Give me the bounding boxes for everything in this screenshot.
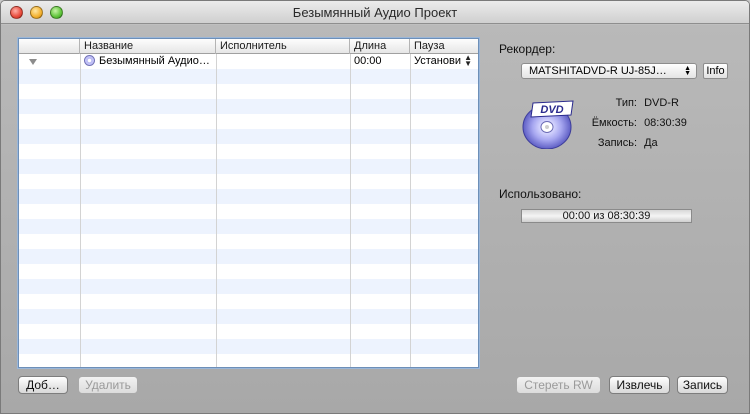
- type-row: Тип: DVD-R: [581, 97, 679, 109]
- eject-button[interactable]: Извлечь: [609, 376, 670, 394]
- table-row[interactable]: Безымянный Аудио… 00:00 Установи ▲ ▼: [19, 54, 478, 69]
- row-pause-value: Установи: [414, 55, 461, 67]
- column-header-artist[interactable]: Исполнитель: [216, 39, 350, 54]
- column-divider: [216, 54, 217, 367]
- disclosure-triangle-icon[interactable]: [29, 59, 37, 65]
- capacity-value: 08:30:39: [644, 117, 687, 129]
- write-key: Запись:: [597, 137, 637, 149]
- column-header-name[interactable]: Название: [80, 39, 216, 54]
- track-table[interactable]: Название Исполнитель Длина Пауза Безымян…: [18, 38, 479, 368]
- capacity-row: Ёмкость: 08:30:39: [581, 117, 687, 129]
- column-header-pause[interactable]: Пауза: [410, 39, 478, 54]
- usage-label: Использовано:: [499, 187, 582, 201]
- recorder-device-value: MATSHITADVD-R UJ-85J…: [529, 65, 667, 77]
- write-value: Да: [644, 137, 658, 149]
- column-divider: [350, 54, 351, 367]
- title-bar: Безымянный Аудио Проект: [1, 1, 749, 24]
- capacity-key: Ёмкость:: [591, 117, 637, 129]
- recorder-device-select[interactable]: MATSHITADVD-R UJ-85J… ▲ ▼: [521, 63, 697, 79]
- type-key: Тип:: [615, 97, 637, 109]
- table-header: Название Исполнитель Длина Пауза: [19, 39, 478, 54]
- row-artist-cell[interactable]: [216, 54, 350, 69]
- add-button[interactable]: Доб…: [18, 376, 68, 394]
- chevron-updown-icon: ▲ ▼: [684, 65, 691, 77]
- erase-rw-button[interactable]: Стереть RW: [516, 376, 601, 394]
- column-header-disclosure[interactable]: [19, 39, 80, 54]
- svg-text:DVD: DVD: [540, 104, 563, 116]
- recorder-label: Рекордер:: [499, 42, 556, 56]
- audio-disc-icon: [84, 55, 95, 66]
- write-row: Запись: Да: [581, 137, 658, 149]
- row-pause-cell[interactable]: Установи ▲ ▼: [410, 54, 478, 69]
- table-body: Безымянный Аудио… 00:00 Установи ▲ ▼: [19, 54, 478, 367]
- column-divider: [80, 54, 81, 367]
- row-name: Безымянный Аудио…: [99, 55, 210, 67]
- type-value: DVD-R: [644, 97, 679, 109]
- burn-button[interactable]: Запись: [677, 376, 728, 394]
- row-disclosure-cell[interactable]: [19, 54, 80, 69]
- pause-stepper-icon[interactable]: ▲ ▼: [464, 54, 472, 68]
- usage-progress-bar: 00:00 из 08:30:39: [521, 209, 692, 223]
- column-header-length[interactable]: Длина: [350, 39, 410, 54]
- column-divider: [410, 54, 411, 367]
- app-window: Безымянный Аудио Проект Название Исполни…: [0, 0, 750, 414]
- info-button[interactable]: Info: [703, 63, 728, 79]
- row-length-cell[interactable]: 00:00: [350, 54, 410, 69]
- dvd-disc-icon: DVD: [522, 100, 574, 149]
- window-title: Безымянный Аудио Проект: [292, 5, 458, 20]
- row-name-cell[interactable]: Безымянный Аудио…: [80, 54, 216, 69]
- delete-button[interactable]: Удалить: [78, 376, 138, 394]
